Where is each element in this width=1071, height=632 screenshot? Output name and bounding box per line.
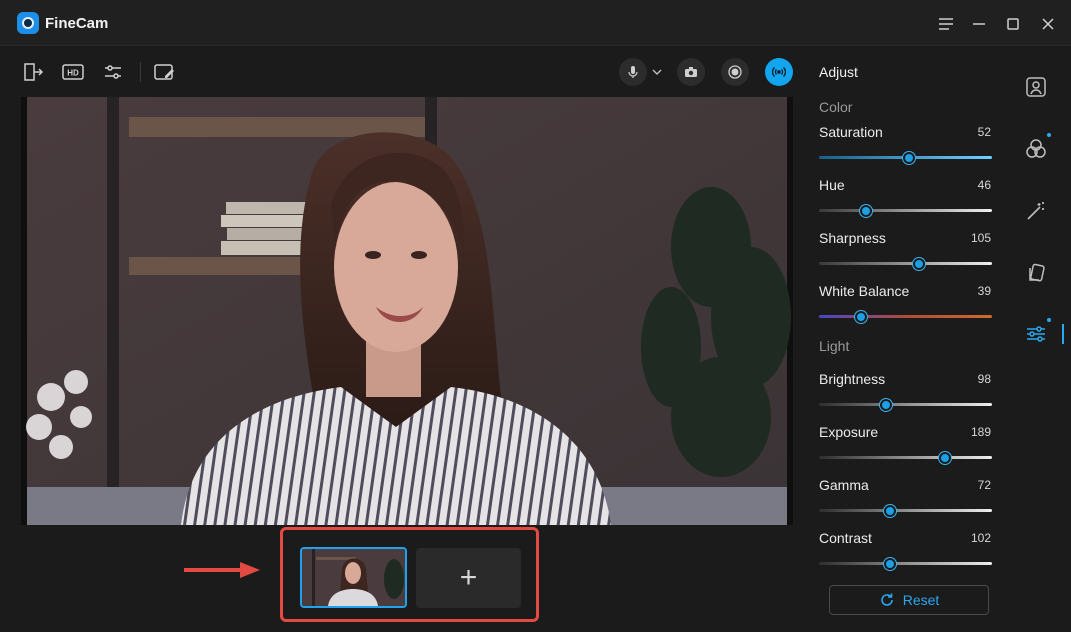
exit-icon[interactable] bbox=[21, 60, 45, 84]
sharpness-slider-thumb[interactable] bbox=[913, 257, 926, 270]
hue-slider[interactable] bbox=[819, 209, 992, 212]
saturation-slider-thumb[interactable] bbox=[902, 151, 915, 164]
hue-slider-thumb[interactable] bbox=[859, 204, 872, 217]
active-tab-indicator bbox=[1062, 324, 1064, 344]
sharpness-label: Sharpness bbox=[819, 230, 886, 246]
menu-icon[interactable] bbox=[934, 12, 958, 36]
white-balance-value: 39 bbox=[977, 284, 991, 298]
white-balance-label: White Balance bbox=[819, 283, 910, 299]
app-logo-icon bbox=[17, 12, 39, 34]
exposure-label: Exposure bbox=[819, 424, 879, 440]
adjust-sliders-icon[interactable] bbox=[1024, 322, 1048, 346]
gamma-slider[interactable] bbox=[819, 509, 992, 512]
contrast-slider-thumb[interactable] bbox=[883, 557, 896, 570]
app-title: FineCam bbox=[45, 15, 109, 32]
saturation-value: 52 bbox=[977, 125, 991, 139]
sharpness-value: 105 bbox=[970, 231, 991, 245]
live-icon[interactable] bbox=[765, 58, 793, 86]
svg-text:HD: HD bbox=[67, 69, 79, 78]
saturation-label: Saturation bbox=[819, 124, 883, 140]
toolbar-separator bbox=[140, 62, 141, 82]
panel-title: Adjust bbox=[819, 64, 858, 80]
annotation-arrow-icon bbox=[184, 562, 260, 578]
record-icon[interactable] bbox=[721, 58, 749, 86]
brightness-slider-thumb[interactable] bbox=[880, 398, 893, 411]
scene-thumbnail[interactable] bbox=[300, 547, 407, 608]
reset-label: Reset bbox=[902, 592, 940, 608]
add-scene-button[interactable]: + bbox=[416, 548, 521, 608]
gamma-slider-thumb[interactable] bbox=[883, 504, 896, 517]
magic-wand-icon[interactable] bbox=[1024, 199, 1048, 223]
maximize-icon[interactable] bbox=[1001, 12, 1025, 36]
white-balance-slider[interactable] bbox=[819, 315, 992, 318]
hd-icon[interactable]: HD bbox=[61, 60, 85, 84]
gamma-label: Gamma bbox=[819, 477, 869, 493]
reset-button[interactable]: Reset bbox=[829, 585, 989, 615]
section-label-color: Color bbox=[819, 99, 853, 115]
whiteboard-icon[interactable] bbox=[152, 60, 176, 84]
brightness-value: 98 bbox=[977, 372, 991, 386]
camera-icon[interactable] bbox=[677, 58, 705, 86]
exposure-slider[interactable] bbox=[819, 456, 992, 459]
title-bar: FineCam bbox=[0, 0, 1071, 46]
white-balance-slider-thumb[interactable] bbox=[854, 310, 867, 323]
microphone-icon[interactable] bbox=[619, 58, 647, 86]
brightness-label: Brightness bbox=[819, 371, 886, 387]
contrast-label: Contrast bbox=[819, 530, 872, 546]
gamma-value: 72 bbox=[977, 478, 991, 492]
hue-value: 46 bbox=[977, 178, 991, 192]
exposure-slider-thumb[interactable] bbox=[939, 451, 952, 464]
close-icon[interactable] bbox=[1036, 12, 1060, 36]
plus-icon: + bbox=[459, 561, 478, 594]
contrast-value: 102 bbox=[970, 531, 991, 545]
exposure-value: 189 bbox=[970, 425, 991, 439]
portrait-icon[interactable] bbox=[1024, 75, 1048, 99]
minimize-icon[interactable] bbox=[967, 12, 991, 36]
brightness-slider[interactable] bbox=[819, 403, 992, 406]
contrast-slider[interactable] bbox=[819, 562, 992, 565]
hue-label: Hue bbox=[819, 177, 845, 193]
camera-preview bbox=[21, 97, 793, 525]
sharpness-slider[interactable] bbox=[819, 262, 992, 265]
chevron-down-icon[interactable] bbox=[650, 62, 664, 82]
filters-icon[interactable] bbox=[1024, 137, 1048, 161]
reset-icon bbox=[880, 593, 893, 606]
section-label-light: Light bbox=[819, 338, 850, 354]
stickers-icon[interactable] bbox=[1024, 261, 1048, 285]
settings-sliders-icon[interactable] bbox=[101, 60, 125, 84]
